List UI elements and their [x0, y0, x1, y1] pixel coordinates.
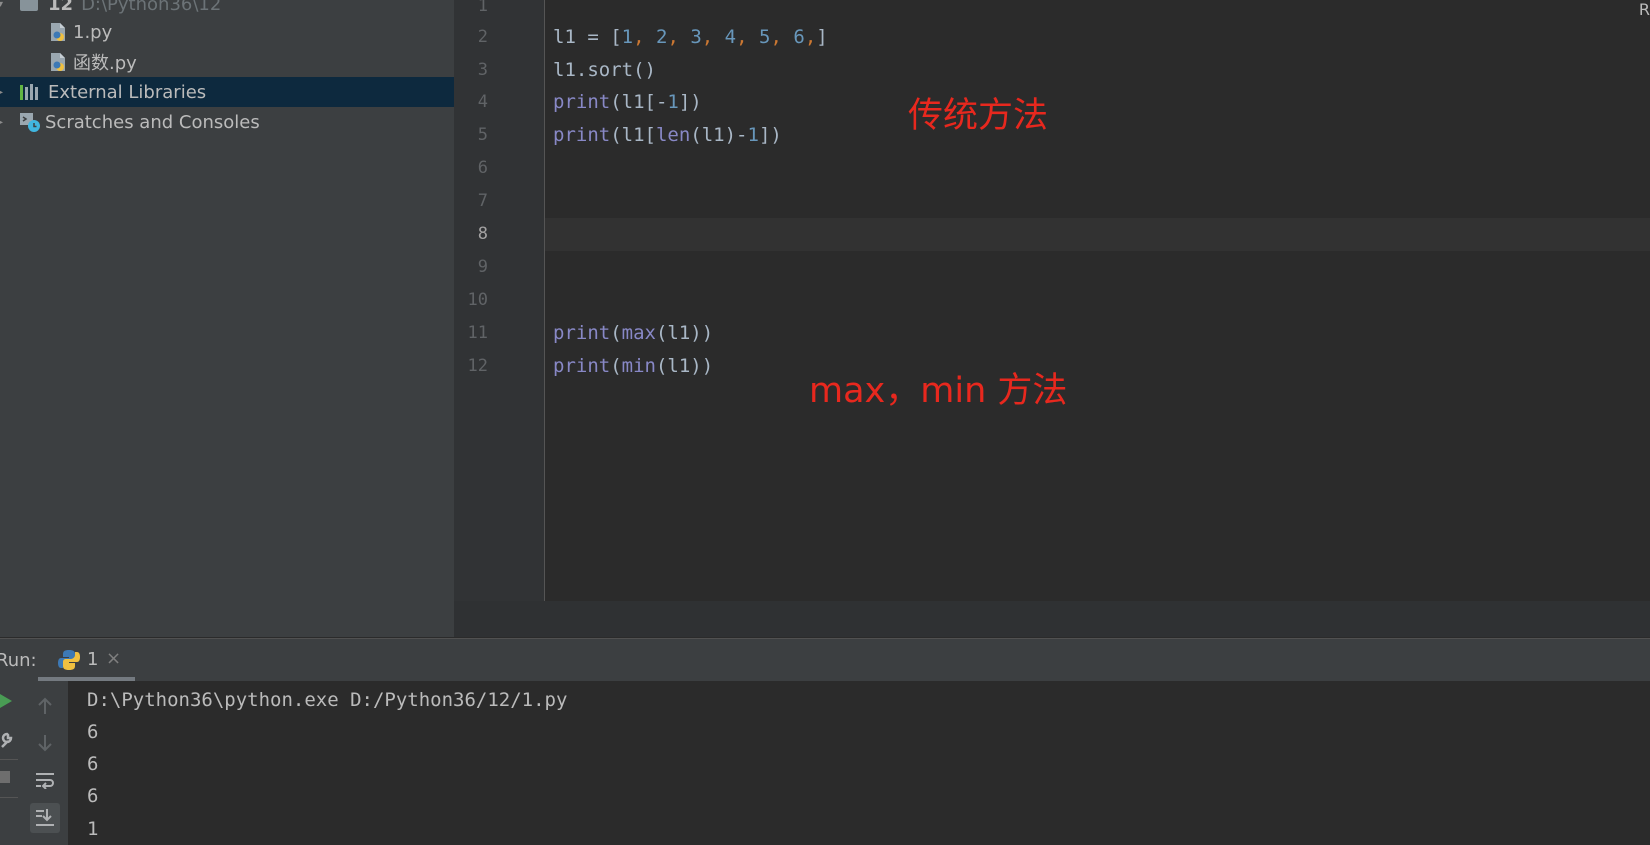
run-tab[interactable]: 1 ×	[38, 639, 135, 681]
current-line-highlight	[545, 218, 1650, 251]
line-number: 3	[477, 60, 488, 80]
python-file-icon	[49, 22, 67, 42]
line-number: 12	[467, 356, 488, 376]
line-number: 2	[477, 27, 488, 47]
line-number: 5	[477, 125, 488, 145]
code-line-2: l1 = [1, 2, 3, 4, 5, 6,]	[553, 26, 828, 48]
line-number: 1	[477, 0, 488, 16]
code-editor[interactable]: 1 2 3 4 5 6 7 8 9 10 11 12 l1 = [1, 2, 3…	[454, 0, 1650, 601]
annotation-traditional: 传统方法	[908, 96, 1049, 136]
line-number: 7	[477, 191, 488, 211]
console-line: 6	[87, 721, 99, 743]
wrench-icon[interactable]	[0, 731, 14, 753]
annotation-maxmin: max，min 方法	[809, 371, 1068, 411]
soft-wrap-icon[interactable]	[32, 767, 58, 793]
line-number: 10	[467, 290, 488, 310]
chevron-right-icon[interactable]: ▸	[0, 117, 3, 128]
line-number: 6	[477, 158, 488, 178]
code-line-11: print(max(l1))	[553, 322, 714, 344]
project-sidebar: ▾ 12 D:\Python36\12 1.py 函数.py ▸ Externa…	[0, 0, 454, 637]
run-panel-header: Run: 1 ×	[0, 638, 1650, 681]
line-number: 11	[467, 323, 488, 343]
rerun-icon[interactable]	[0, 692, 14, 714]
editor-bottom-strip	[454, 601, 1650, 637]
python-file-icon	[49, 52, 67, 72]
run-tab-label: 1	[87, 649, 99, 670]
arrow-up-icon[interactable]	[32, 693, 58, 719]
scratches-icon	[19, 111, 41, 133]
tree-scratches[interactable]: ▸ Scratches and Consoles	[0, 107, 454, 137]
scroll-to-end-icon[interactable]	[30, 803, 60, 833]
code-line-5: print(l1[len(l1)-1])	[553, 124, 782, 146]
arrow-down-icon[interactable]	[32, 730, 58, 756]
file-name: 函数.py	[73, 53, 137, 74]
external-libraries-label: External Libraries	[48, 81, 207, 103]
chevron-right-icon[interactable]: ▸	[0, 87, 3, 98]
run-console[interactable]: D:\Python36\python.exe D:/Python36/12/1.…	[68, 681, 1650, 845]
console-line: 6	[87, 785, 99, 807]
scratches-label: Scratches and Consoles	[45, 111, 260, 133]
run-toolbar	[22, 681, 69, 845]
console-line: D:\Python36\python.exe D:/Python36/12/1.…	[87, 689, 568, 711]
chevron-down-icon[interactable]: ▾	[0, 0, 3, 10]
toolbar-divider	[0, 797, 18, 798]
run-label: Run:	[0, 650, 37, 671]
toolbar-divider	[0, 759, 18, 760]
stop-icon[interactable]	[0, 769, 12, 789]
run-toolbar-left	[0, 681, 22, 845]
library-icon	[19, 83, 41, 101]
folder-icon	[20, 0, 38, 11]
edge-truncated-text: R	[1638, 0, 1650, 19]
console-line: 6	[87, 753, 99, 775]
gutter-divider	[544, 0, 545, 601]
tree-external-libraries[interactable]: ▸ External Libraries	[0, 77, 454, 107]
line-number: 4	[477, 92, 488, 112]
file-name: 1.py	[73, 21, 113, 43]
tree-file-1py[interactable]: 1.py	[0, 17, 454, 47]
line-number: 9	[477, 257, 488, 277]
line-number: 8	[477, 224, 488, 244]
python-icon	[58, 649, 80, 675]
console-line: 1	[87, 818, 99, 840]
code-line-12: print(min(l1))	[553, 355, 714, 377]
root-folder-path: D:\Python36\12	[81, 0, 222, 15]
close-icon[interactable]: ×	[106, 648, 121, 669]
code-line-4: print(l1[-1])	[553, 91, 702, 113]
root-folder-name: 12	[48, 0, 74, 15]
code-line-3: l1.sort()	[553, 59, 656, 81]
tree-file-hanshu[interactable]: 函数.py	[0, 47, 454, 77]
